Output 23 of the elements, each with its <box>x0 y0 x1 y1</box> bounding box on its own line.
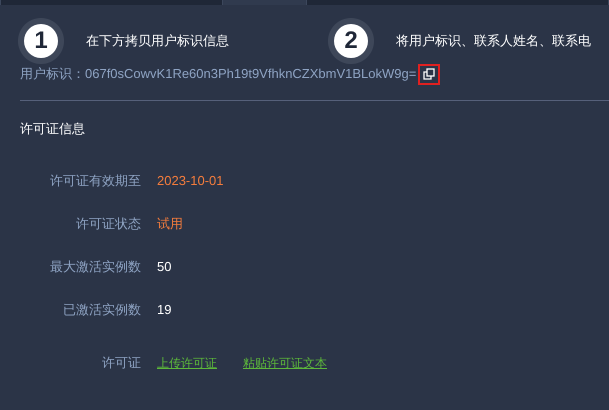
field-value: 19 <box>157 301 172 320</box>
step-text: 将用户标识、联系人姓名、联系电 <box>396 32 591 50</box>
section-title: 许可证信息 <box>20 120 86 138</box>
field-value: 试用 <box>157 215 183 234</box>
step-badge: 1 <box>18 18 64 64</box>
field-label: 最大激活实例数 <box>49 258 141 276</box>
field-value: 2023-10-01 <box>157 172 224 190</box>
user-id-value: 067f0sCowvK1Re60n3Ph19t9VfhknCZXbmV1BLokW9g= <box>85 65 416 84</box>
field-label: 许可证有效期至 <box>49 172 141 190</box>
link[interactable]: 粘贴许可证文本 <box>243 354 327 372</box>
step-text: 在下方拷贝用户标识信息 <box>86 32 229 50</box>
copy-button[interactable] <box>418 64 440 84</box>
step-badge: 2 <box>328 18 374 64</box>
link[interactable]: 上传许可证 <box>157 354 217 372</box>
tab[interactable] <box>223 0 306 5</box>
field-label: 许可证状态 <box>75 215 141 234</box>
copy-icon <box>423 68 436 80</box>
field-value: 50 <box>157 258 172 276</box>
field-label: 许可证 <box>101 354 141 372</box>
user-id-label: 用户标识： <box>20 65 85 84</box>
tab[interactable] <box>306 0 609 5</box>
tab[interactable] <box>0 0 223 5</box>
field-label: 已激活实例数 <box>62 301 141 320</box>
